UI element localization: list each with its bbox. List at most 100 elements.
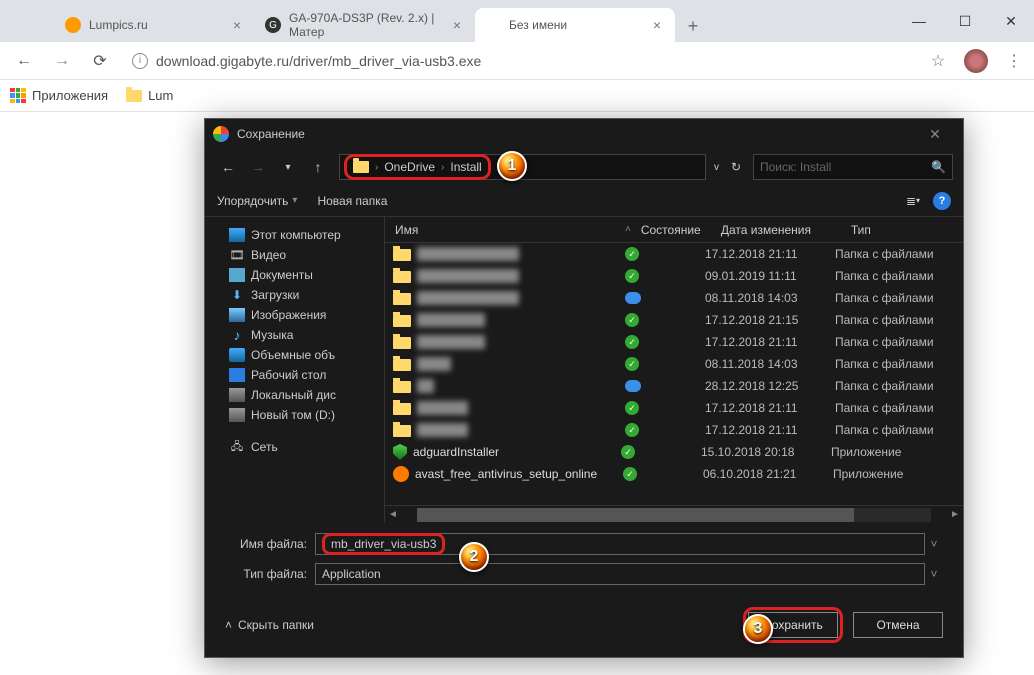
file-name: ████████████: [417, 247, 625, 261]
list-item[interactable]: ████████████ ✓ 09.01.2019 11:11 Папка с …: [385, 265, 963, 287]
fold-icon: [393, 359, 411, 371]
filetype-select[interactable]: Application: [315, 563, 925, 585]
list-item[interactable]: avast_free_antivirus_setup_online ✓ 06.1…: [385, 463, 963, 485]
help-icon[interactable]: ?: [933, 192, 951, 210]
chevron-up-icon: ˄: [225, 618, 232, 632]
folder-icon: [353, 161, 369, 173]
chevron-right-icon: ›: [441, 162, 444, 173]
file-name: ██████: [417, 423, 625, 437]
tree-network[interactable]: Сеть: [209, 437, 380, 457]
tab-lumpics[interactable]: Lumpics.ru ×: [55, 8, 255, 42]
dl-icon: [229, 288, 245, 302]
tree-item[interactable]: Изображения: [209, 305, 380, 325]
scroll-track[interactable]: [417, 508, 931, 522]
breadcrumb-segment[interactable]: OneDrive: [384, 160, 435, 174]
state-synced-icon: ✓: [623, 467, 637, 481]
list-item[interactable]: ████████ ✓ 17.12.2018 21:11 Папка с файл…: [385, 331, 963, 353]
state-synced-icon: ✓: [625, 313, 639, 327]
list-item[interactable]: ██████ ✓ 17.12.2018 21:11 Папка с файлам…: [385, 397, 963, 419]
scroll-thumb[interactable]: [417, 508, 854, 522]
tab-gigabyte[interactable]: G GA-970A-DS3P (Rev. 2.x) | Матер ×: [255, 8, 475, 42]
tree-item[interactable]: Видео: [209, 245, 380, 265]
star-icon[interactable]: ☆: [928, 51, 948, 71]
maximize-button[interactable]: ☐: [942, 5, 988, 37]
close-button[interactable]: ✕: [988, 5, 1034, 37]
filetype-label: Тип файла:: [225, 567, 315, 581]
column-type[interactable]: Тип: [851, 223, 963, 237]
tab-untitled[interactable]: Без имени ×: [475, 8, 675, 42]
tree-item[interactable]: Этот компьютер: [209, 225, 380, 245]
scroll-left-icon[interactable]: ◄: [385, 509, 401, 520]
list-header: Имя ˄ Состояние Дата изменения Тип: [385, 217, 963, 243]
dialog-body: Этот компьютерВидеоДокументы Загрузки Изоб…: [205, 217, 963, 523]
nav-up-button[interactable]: ↑: [305, 154, 331, 180]
tab-favicon: [65, 17, 81, 33]
bookmarks-bar: Приложения Lum: [0, 80, 1034, 112]
window-controls: — ☐ ✕: [896, 0, 1034, 42]
menu-icon[interactable]: ⋮: [1004, 51, 1024, 71]
nav-forward-button[interactable]: →: [245, 154, 271, 180]
close-icon[interactable]: ×: [449, 17, 465, 33]
tree-item[interactable]: Рабочий стол: [209, 365, 380, 385]
list-item[interactable]: ████████████ ✓ 17.12.2018 21:11 Папка с …: [385, 243, 963, 265]
file-name: ████████: [417, 335, 625, 349]
breadcrumb-segment[interactable]: Install: [450, 160, 481, 174]
column-state[interactable]: Состояние: [641, 223, 721, 237]
tree-item[interactable]: Загрузки: [209, 285, 380, 305]
organize-button[interactable]: Упорядочить ▾: [217, 194, 297, 208]
chevron-down-icon[interactable]: ˅: [925, 567, 943, 581]
save-dialog: Сохранение ✕ ← → ▾ ↑ › OneDrive › Instal…: [204, 118, 964, 658]
avast-icon: [393, 466, 409, 482]
column-date[interactable]: Дата изменения: [721, 223, 851, 237]
list-item[interactable]: ██ 28.12.2018 12:25 Папка с файлами: [385, 375, 963, 397]
tree-item[interactable]: Документы: [209, 265, 380, 285]
new-tab-button[interactable]: +: [679, 12, 707, 40]
hdd-icon: [229, 408, 245, 422]
state-synced-icon: ✓: [625, 269, 639, 283]
cancel-button[interactable]: Отмена: [853, 612, 943, 638]
scroll-right-icon[interactable]: ►: [947, 509, 963, 520]
column-name[interactable]: Имя: [385, 223, 625, 237]
url-field[interactable]: i download.gigabyte.ru/driver/mb_driver_…: [124, 53, 918, 69]
list-item[interactable]: ████████ ✓ 17.12.2018 21:15 Папка с файл…: [385, 309, 963, 331]
apps-button[interactable]: Приложения: [10, 88, 108, 104]
search-input[interactable]: Поиск: Install 🔍: [753, 154, 953, 180]
tree-item[interactable]: Локальный дис: [209, 385, 380, 405]
list-item[interactable]: ██████ ✓ 17.12.2018 21:11 Папка с файлам…: [385, 419, 963, 441]
tree-label: Загрузки: [251, 288, 299, 302]
close-icon[interactable]: ×: [649, 17, 665, 33]
chevron-down-icon[interactable]: ˅: [925, 537, 943, 551]
tree-item[interactable]: Музыка: [209, 325, 380, 345]
list-item[interactable]: ████████████ 08.11.2018 14:03 Папка с фа…: [385, 287, 963, 309]
minimize-button[interactable]: —: [896, 5, 942, 37]
bookmark-folder[interactable]: Lum: [126, 88, 173, 103]
list-item[interactable]: ████ ✓ 08.11.2018 14:03 Папка с файлами: [385, 353, 963, 375]
hide-folders-button[interactable]: ˄ Скрыть папки: [225, 618, 314, 632]
hide-folders-label: Скрыть папки: [238, 618, 314, 632]
chevron-down-icon[interactable]: ▾: [275, 154, 301, 180]
tree-item[interactable]: Объемные объ: [209, 345, 380, 365]
chevron-down-icon[interactable]: v: [714, 162, 719, 173]
close-icon[interactable]: ×: [229, 17, 245, 33]
bookmark-label: Lum: [148, 88, 173, 103]
dialog-close-button[interactable]: ✕: [915, 126, 955, 143]
avatar[interactable]: [964, 49, 988, 73]
address-bar: ← → ⟳ i download.gigabyte.ru/driver/mb_d…: [0, 42, 1034, 80]
tree-item[interactable]: Новый том (D:): [209, 405, 380, 425]
state-synced-icon: ✓: [625, 423, 639, 437]
list-item[interactable]: adguardInstaller ✓ 15.10.2018 20:18 Прил…: [385, 441, 963, 463]
view-mode-button[interactable]: ≣▾: [901, 191, 925, 211]
new-folder-button[interactable]: Новая папка: [317, 194, 387, 208]
dialog-title: Сохранение: [237, 127, 305, 141]
file-type: Папка с файлами: [835, 379, 963, 393]
horizontal-scrollbar[interactable]: ◄ ►: [385, 505, 963, 523]
tree-label: Музыка: [251, 328, 293, 342]
site-info-icon[interactable]: i: [132, 53, 148, 69]
filename-input[interactable]: mb_driver_via-usb3: [315, 533, 925, 555]
back-button[interactable]: ←: [10, 47, 38, 75]
reload-button[interactable]: ⟳: [86, 47, 114, 75]
fold-icon: [393, 381, 411, 393]
nav-back-button[interactable]: ←: [215, 154, 241, 180]
forward-button[interactable]: →: [48, 47, 76, 75]
refresh-button[interactable]: ↻: [723, 160, 749, 174]
